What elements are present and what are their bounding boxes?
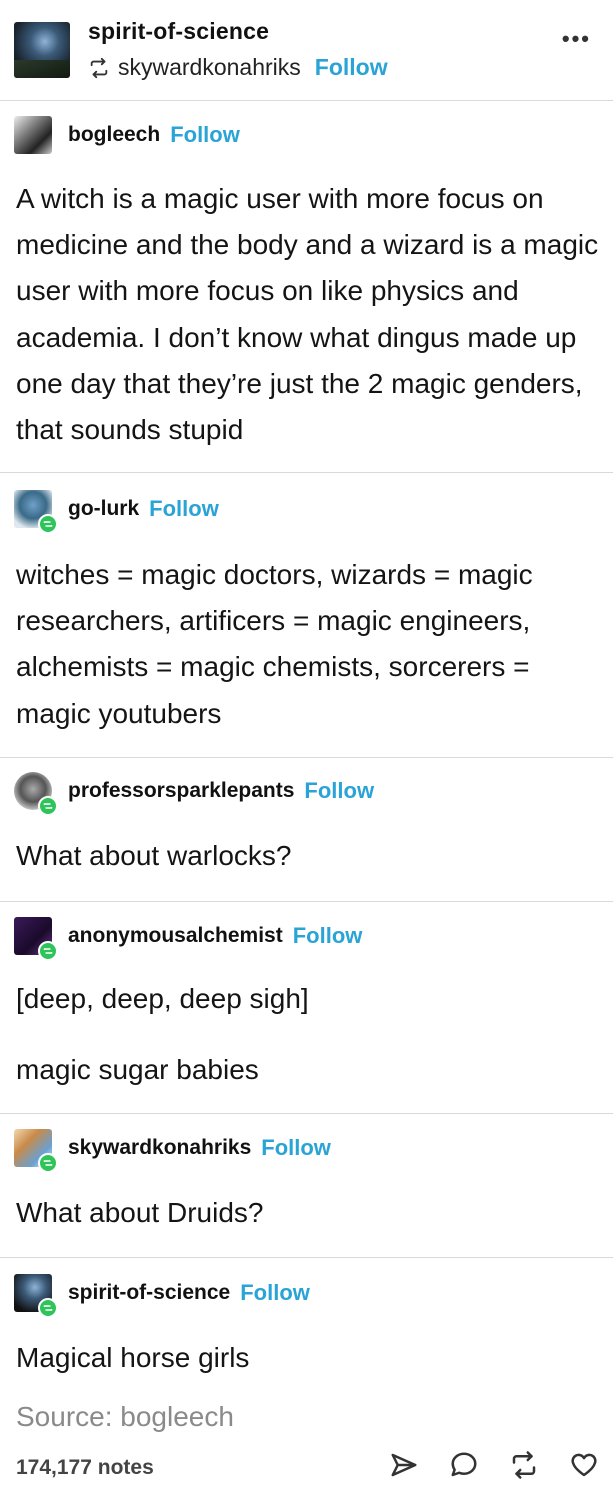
- source-link[interactable]: Source: bogleech: [16, 1401, 234, 1433]
- avatar[interactable]: [14, 917, 58, 961]
- post-text: [deep, deep, deep sigh]: [16, 983, 309, 1014]
- thread-user-header: spirit-of-science Follow: [14, 1274, 310, 1318]
- username[interactable]: professorsparklepants: [68, 779, 294, 803]
- reblog-icon: [90, 57, 108, 78]
- divider: [0, 1257, 613, 1258]
- post-text: A witch is a magic user with more focus …: [16, 183, 599, 446]
- share-icon[interactable]: [389, 1450, 419, 1480]
- follow-button[interactable]: Follow: [149, 496, 219, 522]
- reblog-badge-icon: [38, 941, 58, 961]
- follow-button[interactable]: Follow: [170, 122, 240, 148]
- reblog-icon[interactable]: [509, 1450, 539, 1480]
- divider: [0, 901, 613, 902]
- username[interactable]: spirit-of-science: [68, 1281, 230, 1305]
- reblog-badge-icon: [38, 796, 58, 816]
- username[interactable]: go-lurk: [68, 497, 139, 521]
- thread-user-header: anonymousalchemist Follow: [14, 917, 363, 961]
- like-icon[interactable]: [569, 1450, 599, 1480]
- divider: [0, 757, 613, 758]
- post-text: Magical horse girls: [16, 1342, 250, 1373]
- divider: [0, 100, 613, 101]
- divider: [0, 1113, 613, 1114]
- reblog-badge-icon: [38, 1153, 58, 1173]
- divider: [0, 472, 613, 473]
- post-text: witches = magic doctors, wizards = magic…: [16, 559, 533, 729]
- reblog-badge-icon: [38, 1298, 58, 1318]
- post-header: spirit-of-science skywardkonahriks Follo…: [0, 0, 613, 100]
- avatar[interactable]: [14, 1274, 58, 1318]
- post-text: What about warlocks?: [16, 840, 292, 871]
- post-text: magic sugar babies: [16, 1054, 259, 1085]
- follow-button[interactable]: Follow: [261, 1135, 331, 1161]
- thread-user-header: professorsparklepants Follow: [14, 772, 374, 816]
- post-actions: [389, 1450, 599, 1480]
- follow-button[interactable]: Follow: [293, 923, 363, 949]
- reblog-attribution: skywardkonahriks Follow: [88, 54, 388, 81]
- blog-name[interactable]: spirit-of-science: [88, 18, 269, 45]
- blog-avatar[interactable]: [14, 22, 70, 78]
- notes-count[interactable]: 174,177 notes: [16, 1456, 154, 1480]
- ellipsis-icon[interactable]: •••: [562, 26, 591, 52]
- follow-button[interactable]: Follow: [304, 778, 374, 804]
- reblog-badge-icon: [38, 514, 58, 534]
- reply-icon[interactable]: [449, 1450, 479, 1480]
- thread-user-header: go-lurk Follow: [14, 490, 219, 534]
- username[interactable]: anonymousalchemist: [68, 924, 283, 948]
- avatar[interactable]: [14, 116, 52, 154]
- post-text: What about Druids?: [16, 1197, 264, 1228]
- thread-user-header: skywardkonahriks Follow: [14, 1129, 331, 1173]
- thread-user-header: bogleech Follow: [14, 116, 240, 154]
- username[interactable]: bogleech: [68, 123, 160, 147]
- avatar[interactable]: [14, 1129, 58, 1173]
- avatar[interactable]: [14, 772, 58, 816]
- reblogged-from-name[interactable]: skywardkonahriks: [118, 54, 301, 81]
- follow-button[interactable]: Follow: [240, 1280, 310, 1306]
- username[interactable]: skywardkonahriks: [68, 1136, 251, 1160]
- avatar[interactable]: [14, 490, 58, 534]
- follow-button[interactable]: Follow: [315, 54, 388, 81]
